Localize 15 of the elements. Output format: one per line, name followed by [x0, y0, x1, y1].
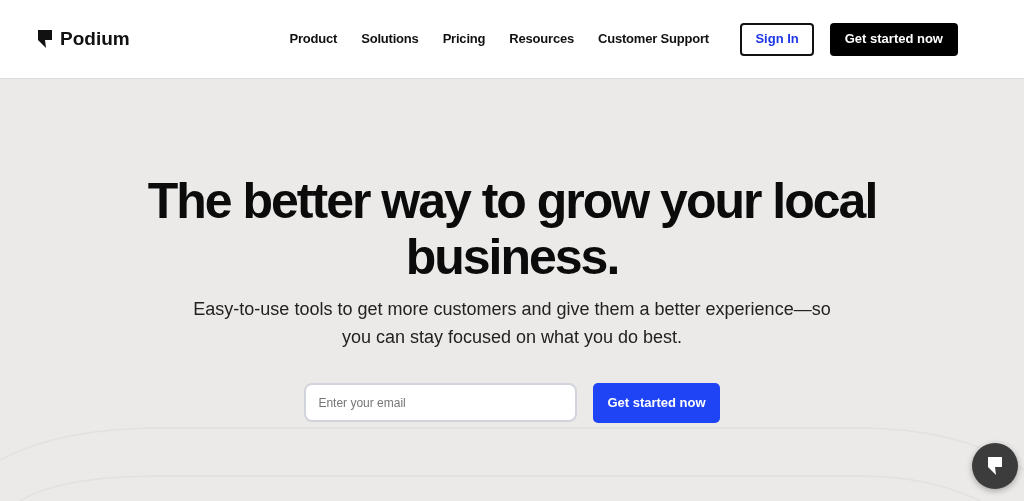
get-started-button[interactable]: Get started now	[829, 22, 958, 56]
email-field[interactable]: Enter your email	[304, 383, 578, 422]
sign-in-button[interactable]: Sign In	[740, 22, 814, 56]
nav-link[interactable]: Pricing	[442, 29, 486, 49]
get-started-button[interactable]: Get started now	[593, 383, 720, 423]
brand-name: Podium	[60, 26, 130, 51]
nav-link[interactable]: Resources	[509, 29, 574, 49]
hero-subtitle: Easy-to-use tools to get more customers and give them a better experience—so you can stay focused on what you do best.	[192, 298, 832, 349]
chat-button[interactable]	[972, 443, 1018, 489]
nav-link[interactable]: Customer Support	[598, 29, 709, 49]
nav-link[interactable]: Product	[289, 29, 338, 49]
chat-icon	[987, 457, 1003, 475]
logo-icon	[38, 30, 52, 48]
hero-title: The better way to grow your local business.	[146, 173, 878, 285]
nav-link[interactable]: Solutions	[361, 29, 419, 49]
